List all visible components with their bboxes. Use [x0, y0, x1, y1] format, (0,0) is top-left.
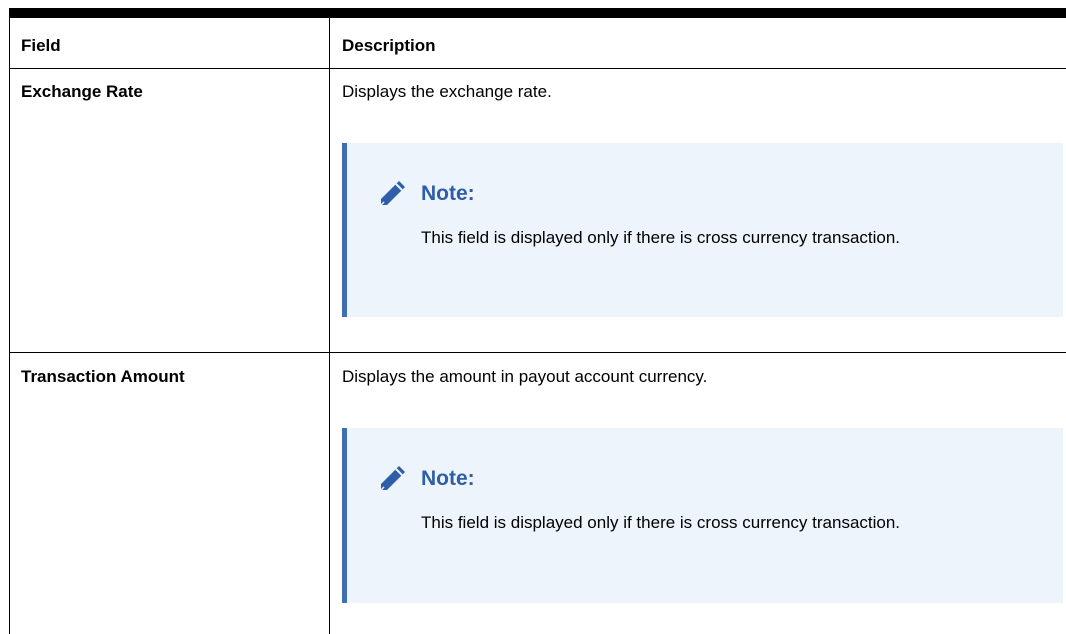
field-description-table: Field Description Exchange Rate Displays…: [9, 18, 1066, 634]
header-divider: [9, 68, 1066, 69]
note-body: This field is displayed only if there is…: [421, 228, 901, 247]
note-title: Note:: [421, 182, 475, 205]
note-header: Note:: [375, 177, 475, 211]
field-description: Displays the exchange rate.: [342, 82, 552, 101]
note-body: This field is displayed only if there is…: [421, 513, 901, 532]
document-page: Field Description Exchange Rate Displays…: [0, 0, 1066, 634]
header-field: Field: [21, 36, 61, 55]
note-callout: Note: This field is displayed only if th…: [342, 143, 1063, 317]
table-top-rule: [9, 8, 1066, 18]
pencil-icon: [380, 466, 405, 491]
row-divider: [9, 352, 1066, 353]
note-header: Note:: [375, 462, 475, 496]
field-description: Displays the amount in payout account cu…: [342, 367, 708, 386]
field-name: Transaction Amount: [21, 367, 185, 386]
note-callout: Note: This field is displayed only if th…: [342, 428, 1063, 603]
table-left-border: [9, 18, 10, 634]
field-name: Exchange Rate: [21, 82, 143, 101]
note-title: Note:: [421, 467, 475, 490]
header-description: Description: [342, 36, 436, 55]
pencil-icon: [380, 181, 405, 206]
column-divider: [329, 18, 330, 634]
